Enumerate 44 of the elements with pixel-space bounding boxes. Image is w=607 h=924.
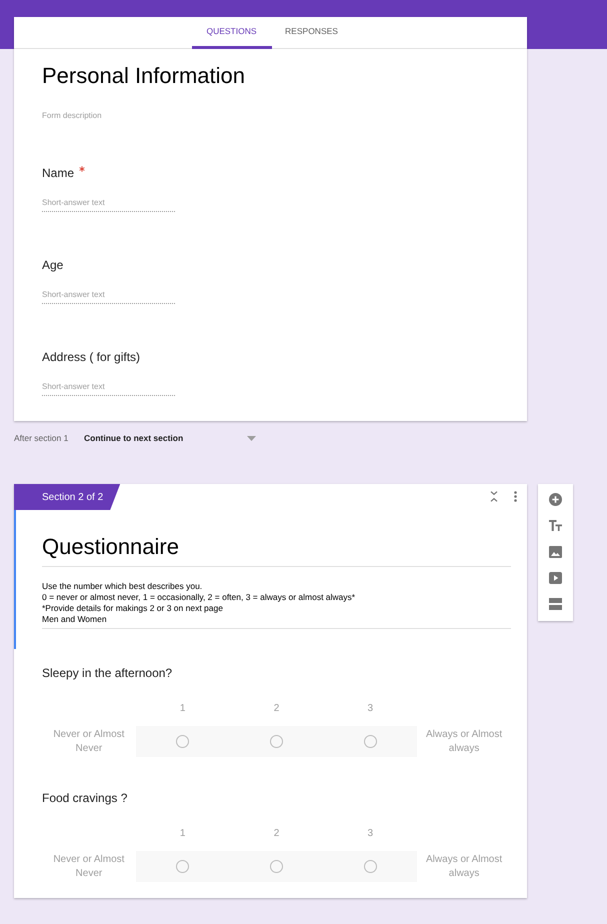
tab[interactable]: RESPONSES bbox=[272, 17, 352, 49]
scale-number: 3 bbox=[368, 703, 374, 715]
radio-button[interactable] bbox=[270, 860, 283, 873]
section-icon[interactable] bbox=[549, 598, 562, 610]
radio-button[interactable] bbox=[364, 735, 377, 748]
form-title: Personal Information bbox=[42, 63, 245, 89]
question-label: Name bbox=[42, 165, 74, 181]
question-label: Sleepy in the afternoon? bbox=[42, 665, 172, 681]
question-label: Food cravings ? bbox=[42, 790, 128, 806]
radio-button[interactable] bbox=[176, 860, 190, 873]
section-description-line: Use the number which best describes you. bbox=[42, 581, 202, 592]
scale-number: 3 bbox=[368, 828, 374, 840]
form-description-field[interactable]: Form description bbox=[42, 111, 482, 121]
tab[interactable]: QUESTIONS bbox=[192, 17, 272, 49]
more-options-icon[interactable] bbox=[514, 491, 517, 502]
section-navigation-dropdown[interactable]: Continue to next section bbox=[84, 432, 256, 444]
question-label: Address ( for gifts) bbox=[42, 349, 140, 365]
collapse-icon[interactable] bbox=[490, 491, 498, 502]
short-answer-field[interactable]: Short-answer text bbox=[42, 197, 175, 212]
scale-number: 1 bbox=[180, 703, 186, 715]
caret-down-icon bbox=[247, 436, 256, 440]
low-end-label: Never or Almost Never bbox=[52, 852, 126, 880]
video-icon[interactable] bbox=[549, 572, 562, 584]
image-icon[interactable] bbox=[549, 546, 562, 558]
section-badge: Section 2 of 2 bbox=[14, 484, 120, 510]
high-end-label: Always or Almost always bbox=[425, 728, 504, 756]
low-end-label: Never or Almost Never bbox=[52, 728, 126, 756]
radio-button[interactable] bbox=[176, 735, 190, 748]
scale-number: 1 bbox=[180, 828, 186, 840]
after-section-label: After section 1 bbox=[14, 432, 70, 444]
add-circle-icon[interactable] bbox=[549, 493, 562, 506]
scale-number: 2 bbox=[274, 828, 280, 840]
short-answer-field[interactable]: Short-answer text bbox=[42, 289, 175, 304]
section-description-line: *Provide details for makings 2 or 3 on next page bbox=[42, 603, 223, 614]
question-label: Age bbox=[42, 257, 64, 273]
high-end-label: Always or Almost always bbox=[425, 852, 504, 880]
section-title: Questionnaire bbox=[42, 534, 511, 567]
section-description-line: 0 = never or almost never, 1 = occasionally, 2 = often, 3 = always or almost always* bbox=[42, 592, 356, 603]
scale-number: 2 bbox=[274, 703, 280, 715]
radio-button[interactable] bbox=[364, 860, 377, 873]
title-text-icon[interactable] bbox=[549, 520, 562, 532]
short-answer-field[interactable]: Short-answer text bbox=[42, 381, 175, 396]
section-description-line: Men and Women bbox=[42, 614, 107, 625]
radio-button[interactable] bbox=[270, 735, 283, 748]
